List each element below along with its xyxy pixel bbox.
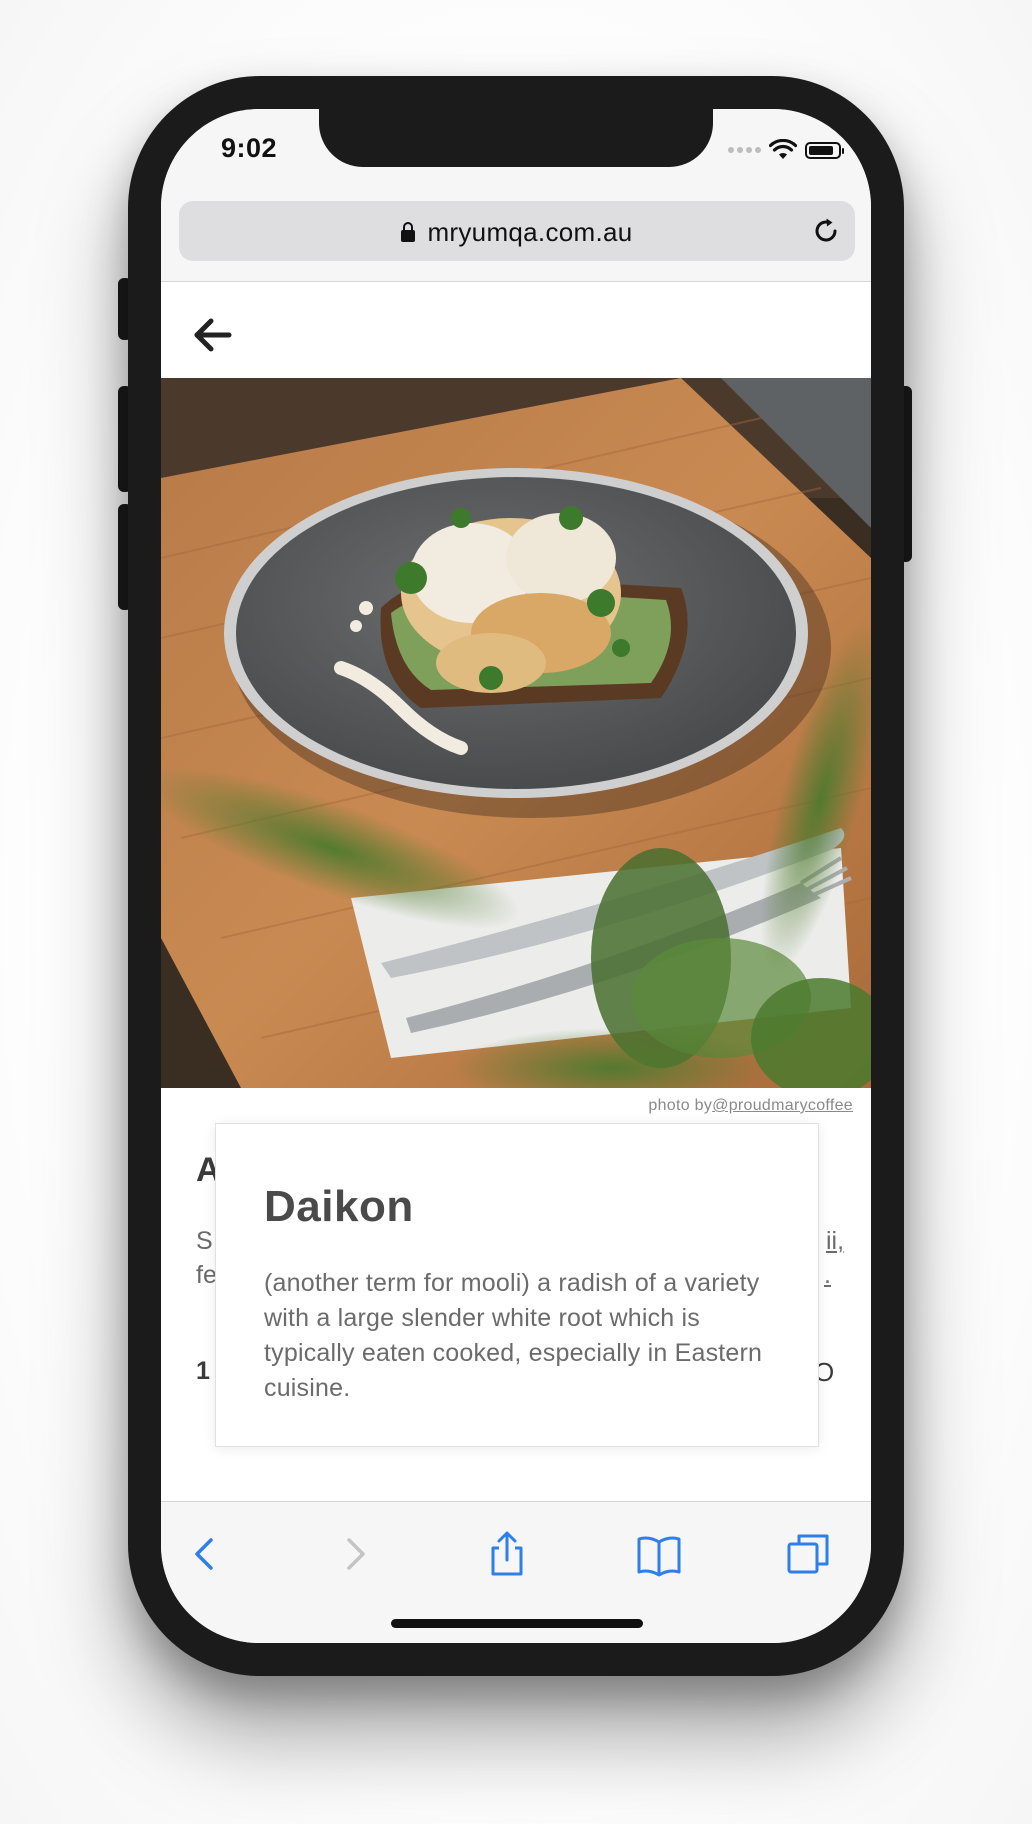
photo-credit: photo by@proudmarycoffee bbox=[648, 1097, 853, 1115]
address-bar-url: mryumqa.com.au bbox=[179, 217, 855, 248]
tabs-icon[interactable] bbox=[785, 1530, 833, 1578]
photo-credit-prefix: photo by bbox=[648, 1097, 713, 1114]
browser-address-area: mryumqa.com.au bbox=[161, 189, 871, 282]
back-arrow-icon[interactable] bbox=[191, 314, 233, 356]
definition-term: Daikon bbox=[264, 1182, 414, 1231]
camera-notch bbox=[319, 109, 713, 167]
dish-price: 1 bbox=[196, 1357, 210, 1385]
status-time: 9:02 bbox=[221, 133, 278, 163]
page-header bbox=[161, 282, 871, 387]
dish-description-line-2-start: fe bbox=[196, 1261, 217, 1289]
home-indicator[interactable] bbox=[391, 1619, 643, 1628]
definition-text: (another term for mooli) a radish of a v… bbox=[264, 1269, 763, 1402]
dish-description-line-1-end[interactable]: ii, bbox=[826, 1227, 844, 1256]
status-icons bbox=[728, 139, 844, 161]
wifi-icon bbox=[769, 139, 797, 159]
reload-icon[interactable] bbox=[811, 216, 841, 246]
phone-screen: 9:02 mryumqa.com.au photo by@proudmaryco… bbox=[161, 109, 871, 1643]
photo-credit-link[interactable]: @proudmarycoffee bbox=[712, 1097, 853, 1114]
dish-description-line-1-start: S bbox=[196, 1227, 213, 1255]
url-text: mryumqa.com.au bbox=[427, 217, 633, 247]
dish-description-line-2-end[interactable]: . bbox=[824, 1261, 831, 1290]
lock-icon bbox=[401, 222, 416, 242]
browser-forward-icon[interactable] bbox=[331, 1530, 379, 1578]
browser-back-icon[interactable] bbox=[181, 1530, 229, 1578]
definition-popover[interactable]: Daikon (another term for mooli) a radish… bbox=[215, 1123, 819, 1447]
cellular-signal-icon bbox=[728, 147, 761, 153]
share-icon[interactable] bbox=[483, 1530, 531, 1578]
device-mockup: 9:02 mryumqa.com.au photo by@proudmaryco… bbox=[0, 0, 1032, 1824]
dish-photo bbox=[161, 378, 871, 1088]
address-bar[interactable]: mryumqa.com.au bbox=[179, 201, 855, 261]
battery-icon bbox=[805, 141, 844, 159]
bookmarks-icon[interactable] bbox=[635, 1530, 683, 1578]
